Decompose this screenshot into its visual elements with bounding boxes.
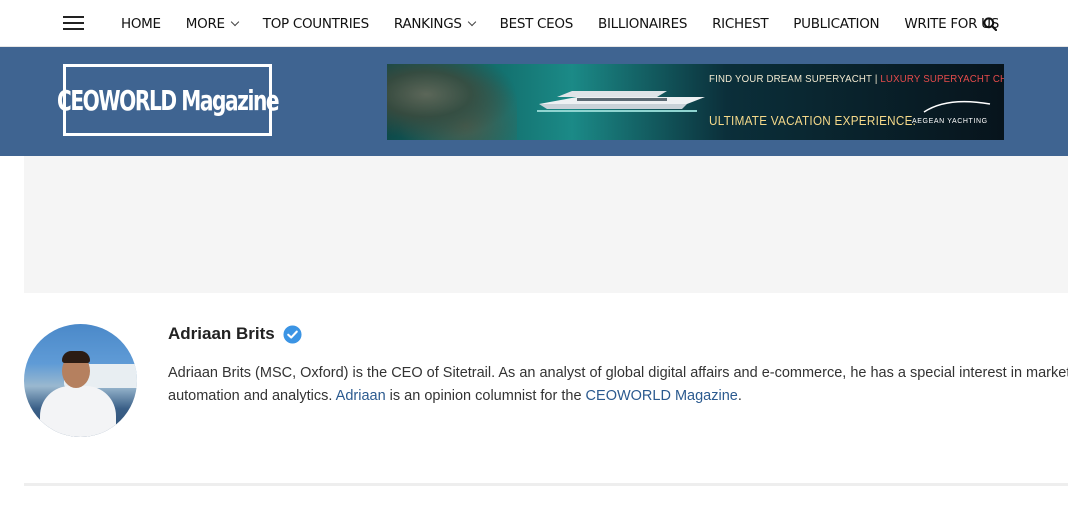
nav-item-label: TOP COUNTRIES (262, 15, 369, 32)
nav-item-label: BEST CEOS (499, 15, 574, 32)
author-name-link[interactable]: Adriaan Brits (168, 324, 302, 344)
magazine-link[interactable]: CEOWORLD Magazine (586, 388, 738, 404)
nav-item-richest[interactable]: RICHEST (712, 16, 768, 32)
chevron-down-icon (230, 17, 239, 27)
nav-item-label: HOME (121, 15, 161, 32)
nav-item-label: BILLIONAIRES (598, 15, 688, 32)
bio-text: automation and analytics. (168, 388, 336, 404)
bio-text: Adriaan Brits (MSC, Oxford) is the CEO o… (168, 365, 1068, 381)
nav-item-top-countries[interactable]: TOP COUNTRIES (263, 16, 369, 32)
nav-item-rankings[interactable]: RANKINGS (393, 15, 476, 32)
ad-background-image (387, 64, 517, 140)
ad-tagline: ULTIMATE VACATION EXPERIENCE. (709, 113, 917, 128)
yacht-image (537, 91, 705, 112)
yacht-ad-banner[interactable]: FIND YOUR DREAM SUPERYACHT | LUXURY SUPE… (387, 64, 1004, 140)
logo-text: CEOWORLD Magazine (56, 83, 280, 117)
section-divider (24, 483, 1068, 486)
nav-item-label: RANKINGS (393, 15, 462, 32)
bio-text: . (737, 388, 742, 404)
nav-menu: HOME MORE TOP COUNTRIES RANKINGS BEST CE… (121, 0, 1024, 47)
site-logo[interactable]: CEOWORLD Magazine (57, 64, 279, 136)
ad-brand-logo-icon (923, 100, 991, 113)
nav-item-best-ceos[interactable]: BEST CEOS (499, 15, 574, 32)
ad-brand-name: AEGEAN YACHTING (912, 118, 988, 125)
nav-item-billionaires[interactable]: BILLIONAIRES (598, 16, 687, 32)
ad-placeholder (24, 156, 1068, 293)
nav-item-label: MORE (185, 15, 225, 32)
bio-text: is an opinion columnist for the (385, 388, 586, 404)
author-link[interactable]: Adriaan (336, 388, 386, 404)
chevron-down-icon (467, 17, 476, 27)
site-header-band: CEOWORLD Magazine FIND YOUR DREAM SUPERY… (0, 47, 1068, 156)
author-avatar[interactable] (24, 324, 137, 437)
nav-item-home[interactable]: HOME (121, 16, 161, 32)
verified-badge-icon (283, 324, 302, 344)
ad-headline: FIND YOUR DREAM SUPERYACHT | LUXURY SUPE… (709, 73, 1004, 85)
search-icon[interactable] (983, 17, 997, 31)
author-bio: Adriaan Brits (MSC, Oxford) is the CEO o… (168, 362, 1068, 408)
nav-item-label: PUBLICATION (793, 15, 880, 32)
nav-item-label: RICHEST (712, 15, 769, 32)
nav-item-more[interactable]: MORE (185, 15, 239, 32)
menu-icon[interactable] (63, 16, 84, 31)
author-name: Adriaan Brits (168, 324, 275, 343)
top-navigation: HOME MORE TOP COUNTRIES RANKINGS BEST CE… (0, 0, 1068, 47)
nav-item-publication[interactable]: PUBLICATION (793, 16, 879, 32)
